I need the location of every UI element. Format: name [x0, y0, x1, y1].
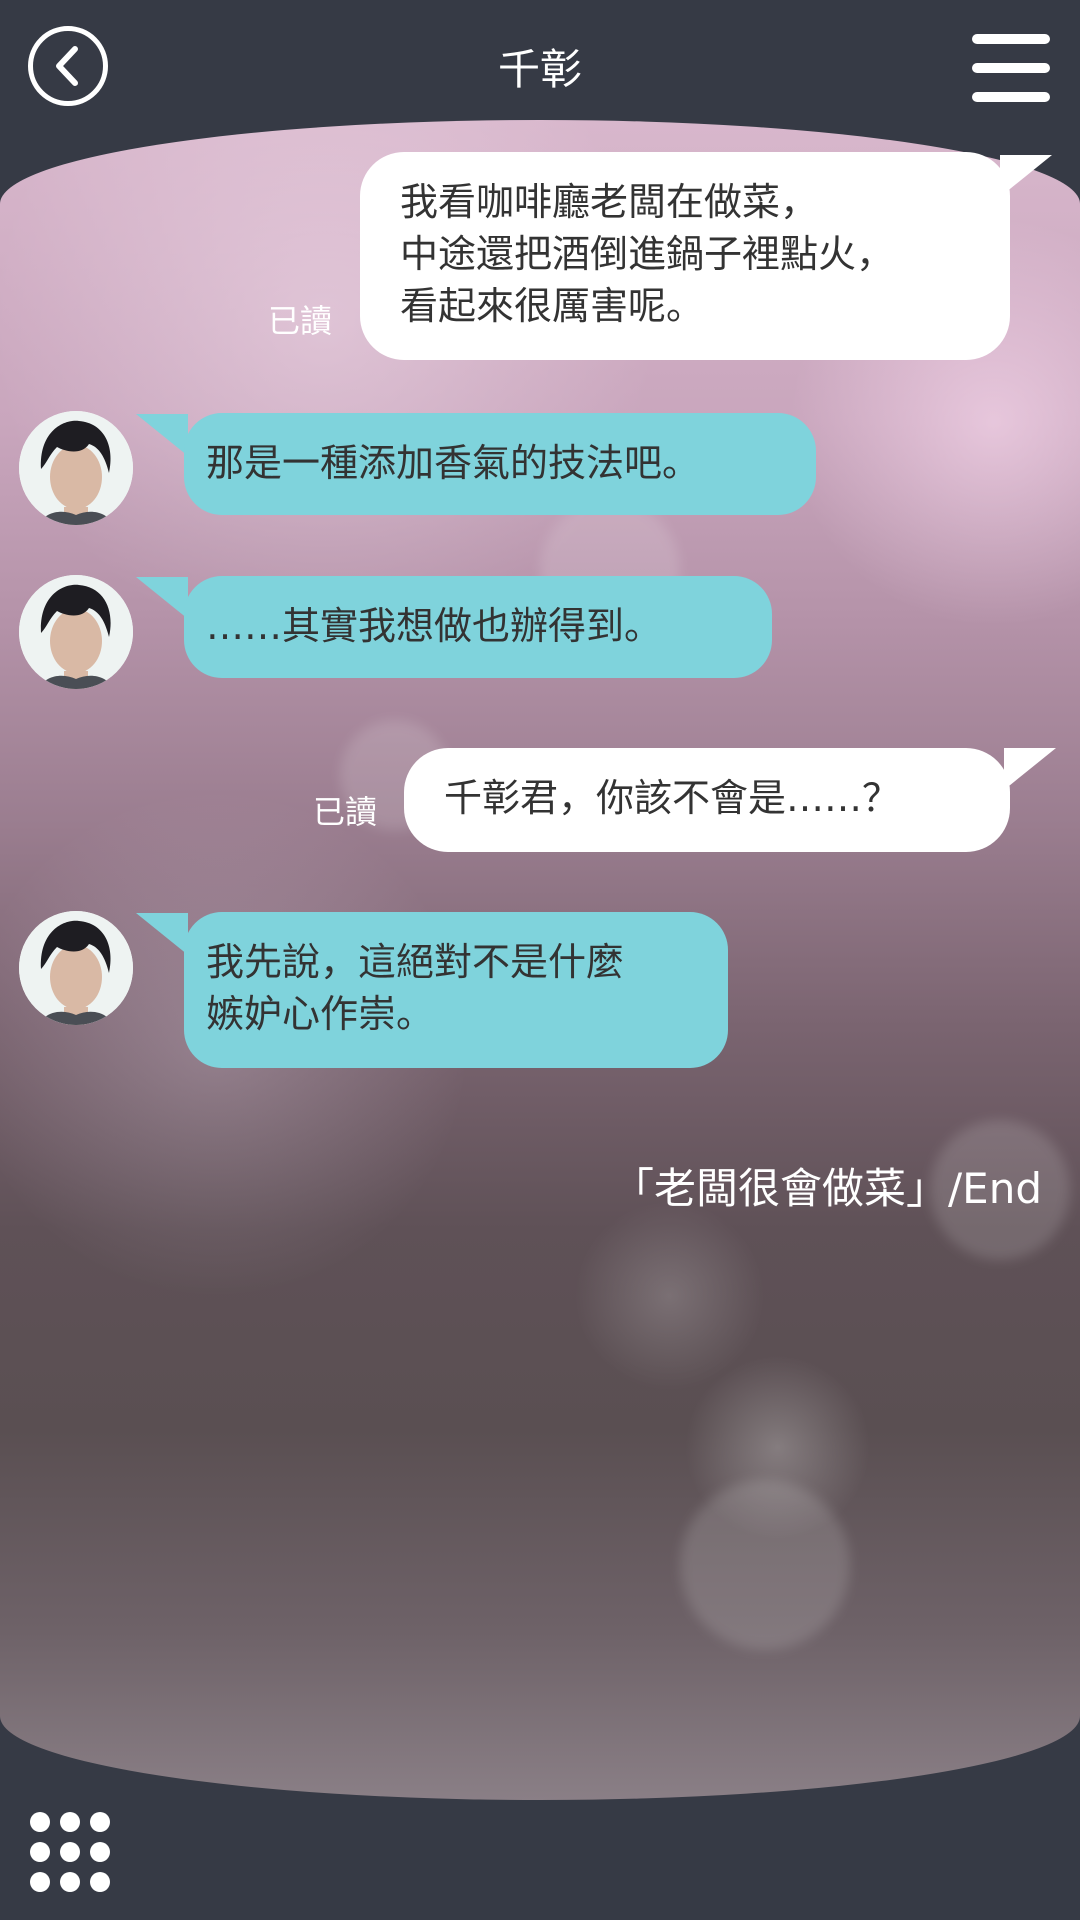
- grid-dot: [60, 1842, 80, 1862]
- bottom-bar: [0, 1790, 1080, 1920]
- avatar-portrait-icon: [19, 411, 133, 525]
- message-bubble-received: 那是一種添加香氣的技法吧。: [184, 413, 816, 515]
- avatar[interactable]: [19, 911, 133, 1025]
- message-bubble-sent: 千彰君，你該不會是……？: [404, 748, 1010, 852]
- story-end-caption: 「老闆很會做菜」/End: [612, 1164, 1042, 1213]
- message-bubble-received: 我先說，這絕對不是什麼 嫉妒心作崇。: [184, 912, 728, 1068]
- avatar[interactable]: [19, 411, 133, 525]
- grid-dot: [30, 1872, 50, 1892]
- read-receipt: 已讀: [268, 302, 333, 340]
- bubble-tail: [136, 414, 188, 456]
- bubble-tail: [136, 577, 188, 619]
- top-bar: 千彰: [0, 0, 1080, 130]
- message-bubble-sent: 我看咖啡廳老闆在做菜， 中途還把酒倒進鍋子裡點火， 看起來很厲害呢。: [360, 152, 1010, 360]
- bokeh-light: [680, 1480, 850, 1650]
- grid-dot: [90, 1872, 110, 1892]
- page-title: 千彰: [497, 45, 582, 94]
- grid-menu-icon: [30, 1812, 50, 1832]
- grid-dot: [90, 1842, 110, 1862]
- message-bubble-received: ……其實我想做也辦得到。: [184, 576, 772, 678]
- hamburger-line: [972, 63, 1050, 73]
- grid-dot: [30, 1842, 50, 1862]
- menu-button[interactable]: [972, 34, 1050, 102]
- avatar[interactable]: [19, 575, 133, 689]
- avatar-portrait-icon: [19, 575, 133, 689]
- read-receipt: 已讀: [313, 793, 378, 831]
- bubble-tail: [136, 913, 188, 955]
- hamburger-line: [972, 92, 1050, 102]
- grid-dot: [60, 1812, 80, 1832]
- hamburger-menu-icon: [972, 34, 1050, 44]
- avatar-portrait-icon: [19, 911, 133, 1025]
- grid-menu-button[interactable]: [30, 1812, 110, 1892]
- bubble-tail: [1004, 748, 1056, 790]
- grid-dot: [90, 1812, 110, 1832]
- grid-dot: [60, 1872, 80, 1892]
